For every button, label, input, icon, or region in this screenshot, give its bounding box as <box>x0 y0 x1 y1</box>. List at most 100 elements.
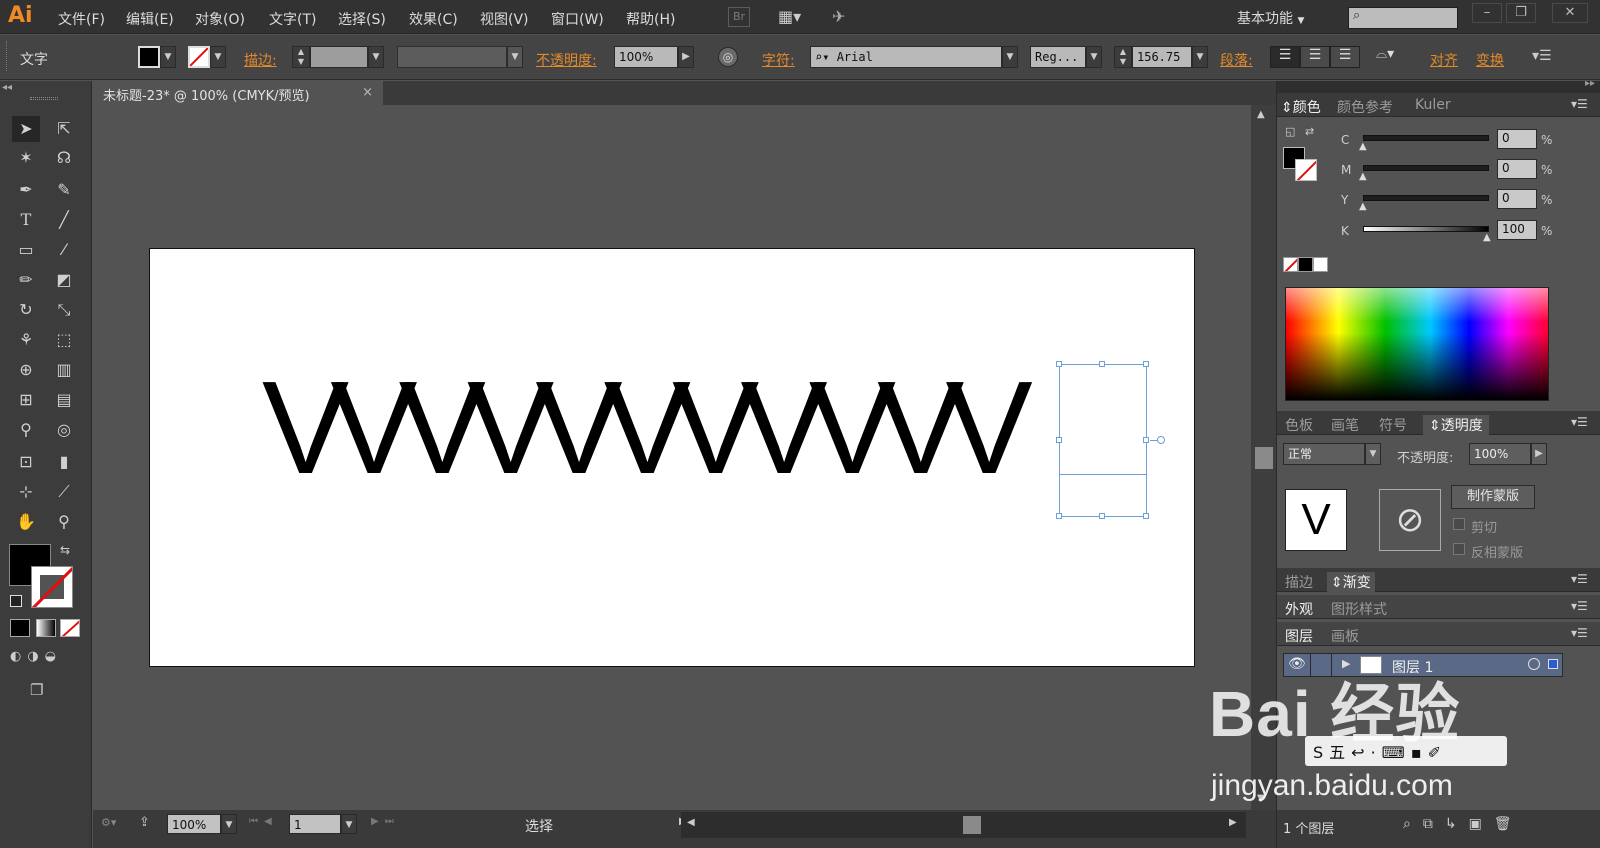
clip-checkbox[interactable] <box>1453 518 1465 530</box>
status-info[interactable]: 选择 <box>415 814 683 836</box>
artboard-dropdown[interactable]: ▼ <box>341 814 357 834</box>
handle-bottom-left[interactable] <box>1056 513 1062 519</box>
stroke-dropdown[interactable]: ▼ <box>210 46 226 68</box>
layer-action-icons[interactable]: ⌕⧉↳▣🗑 <box>1403 816 1524 832</box>
channel-c-slider[interactable] <box>1363 135 1489 141</box>
stroke-weight-dropdown[interactable]: ▼ <box>368 46 384 68</box>
tab-swatches[interactable]: 色板 <box>1285 415 1313 435</box>
grip-handle[interactable] <box>6 41 10 71</box>
menu-edit[interactable]: 编辑(E) <box>126 9 174 29</box>
rotate-tool-icon[interactable]: ↻ <box>12 297 40 323</box>
blend-mode-dropdown[interactable]: ▼ <box>1365 443 1381 465</box>
tab-graphic-styles[interactable]: 图形样式 <box>1331 599 1387 619</box>
selection-indicator[interactable] <box>1548 659 1558 669</box>
opacity-flyout[interactable]: ▶ <box>678 46 694 68</box>
envelope-warp-icon[interactable]: ⌓▾ <box>1376 46 1414 68</box>
arrange-documents-icon[interactable]: ▦▾ <box>778 7 812 27</box>
tab-transparency[interactable]: ⇕透明度 <box>1423 415 1489 435</box>
align-right-icon[interactable]: ☰ <box>1330 46 1360 68</box>
handle-top-left[interactable] <box>1056 361 1062 367</box>
stroke-swatch[interactable] <box>188 46 210 68</box>
color-spectrum[interactable] <box>1285 287 1549 401</box>
font-size-input[interactable]: 156.75 <box>1132 46 1192 68</box>
variable-width-profile[interactable] <box>397 46 507 68</box>
perspective-grid-tool-icon[interactable]: ▥ <box>50 357 78 383</box>
dock-header[interactable]: ▸▸ <box>1277 78 1600 93</box>
font-family-dropdown[interactable]: ▼ <box>1002 46 1018 68</box>
font-size-dropdown[interactable]: ▼ <box>1192 46 1208 68</box>
zoom-dropdown[interactable]: ▼ <box>221 814 237 834</box>
draw-mode-icons[interactable]: ◐◑◒ <box>10 649 82 669</box>
tab-gradient[interactable]: ⇕渐变 <box>1327 572 1375 592</box>
channel-k-slider[interactable] <box>1363 226 1489 232</box>
vertical-scroll-thumb[interactable] <box>1255 447 1273 469</box>
pencil-tool-icon[interactable]: ✏ <box>12 267 40 293</box>
artboard-number-input[interactable]: 1 <box>289 814 341 834</box>
layers-menu-icon[interactable]: ▾☰ <box>1571 626 1588 640</box>
shape-builder-tool-icon[interactable]: ⊕ <box>12 357 40 383</box>
channel-y-slider[interactable] <box>1363 195 1489 201</box>
paragraph-label[interactable]: 段落: <box>1220 50 1253 70</box>
eyedropper-tool-icon[interactable]: ⚲ <box>12 417 40 443</box>
mask-thumbnail-no-icon[interactable]: ⊘ <box>1379 489 1441 551</box>
blend-mode-select[interactable]: 正常 <box>1283 443 1365 465</box>
scroll-up-arrow[interactable]: ▲ <box>1257 109 1265 120</box>
menu-type[interactable]: 文字(T) <box>269 9 316 29</box>
zigzag-text-object[interactable]: VVVVVVVVVVV <box>262 348 1162 508</box>
tab-color[interactable]: ⇕颜色 <box>1281 97 1321 117</box>
horizontal-scroll-thumb[interactable] <box>963 816 981 834</box>
text-in-port[interactable] <box>1157 436 1165 444</box>
object-thumbnail[interactable]: V <box>1285 489 1347 551</box>
stroke-menu-icon[interactable]: ▾☰ <box>1571 572 1588 586</box>
column-graph-tool-icon[interactable]: ▮ <box>50 449 78 475</box>
menu-effect[interactable]: 效果(C) <box>409 9 458 29</box>
channel-y-input[interactable]: 0 <box>1497 189 1537 209</box>
workspace-switcher[interactable]: 基本功能 ▼ <box>1237 8 1304 28</box>
tab-layers[interactable]: 图层 <box>1285 626 1313 646</box>
fill-swatch[interactable] <box>138 46 160 68</box>
sync-settings-icon[interactable]: ✈ <box>832 7 858 29</box>
swap-icon[interactable]: ⇄ <box>1305 125 1314 138</box>
minimize-button[interactable]: – <box>1472 3 1502 23</box>
curvature-pen-tool-icon[interactable]: ✎ <box>50 177 78 203</box>
scale-tool-icon[interactable]: ⤡ <box>50 297 78 323</box>
rectangle-tool-icon[interactable]: ▭ <box>12 237 40 263</box>
first-prev-artboard-icons[interactable]: ⏮◀ <box>249 816 278 827</box>
transform-panel-link[interactable]: 变换 <box>1476 50 1504 70</box>
white-color-chip[interactable] <box>1313 257 1328 272</box>
symbol-sprayer-tool-icon[interactable]: ⊡ <box>12 449 40 475</box>
close-window-button[interactable]: ✕ <box>1552 3 1588 23</box>
font-style-input[interactable]: Reg... <box>1030 46 1086 68</box>
channel-m-slider[interactable] <box>1363 165 1489 171</box>
handle-top-center[interactable] <box>1099 361 1105 367</box>
swap-fill-stroke-icon[interactable]: ⇆ <box>60 543 70 557</box>
handle-bottom-right[interactable] <box>1143 513 1149 519</box>
width-tool-icon[interactable]: ⚘ <box>12 327 40 353</box>
menu-select[interactable]: 选择(S) <box>338 9 386 29</box>
channel-m-thumb[interactable]: ▲ <box>1359 171 1367 182</box>
menu-view[interactable]: 视图(V) <box>480 9 529 29</box>
artboard-tool-icon[interactable]: ⊹ <box>12 479 40 505</box>
tab-appearance[interactable]: 外观 <box>1285 599 1313 619</box>
mesh-tool-icon[interactable]: ⊞ <box>12 387 40 413</box>
paintbrush-tool-icon[interactable]: ⁄ <box>50 237 78 263</box>
appearance-menu-icon[interactable]: ▾☰ <box>1571 599 1588 613</box>
align-center-icon[interactable]: ☰ <box>1300 46 1330 68</box>
tab-artboards[interactable]: 画板 <box>1331 626 1359 646</box>
panel-menu-icon[interactable]: ▾☰ <box>1532 48 1552 64</box>
menu-file[interactable]: 文件(F) <box>58 9 105 29</box>
black-color-chip[interactable] <box>1298 257 1313 272</box>
color-stroke-swatch[interactable] <box>1295 159 1317 181</box>
none-color-chip[interactable] <box>1283 257 1298 272</box>
panel-menu-icon[interactable]: ▾☰ <box>1571 97 1588 111</box>
channel-k-thumb[interactable]: ▲ <box>1483 232 1491 243</box>
type-tool-icon[interactable]: T <box>12 207 40 233</box>
eraser-tool-icon[interactable]: ◩ <box>50 267 78 293</box>
gradient-tool-icon[interactable]: ▤ <box>50 387 78 413</box>
free-transform-tool-icon[interactable]: ⬚ <box>50 327 78 353</box>
tab-stroke[interactable]: 描边 <box>1285 572 1313 592</box>
horizontal-scrollbar[interactable]: ◀ ▶ <box>681 812 1246 838</box>
align-panel-link[interactable]: 对齐 <box>1430 50 1458 70</box>
line-segment-tool-icon[interactable]: ╱ <box>50 207 78 233</box>
channel-y-thumb[interactable]: ▲ <box>1359 201 1367 212</box>
